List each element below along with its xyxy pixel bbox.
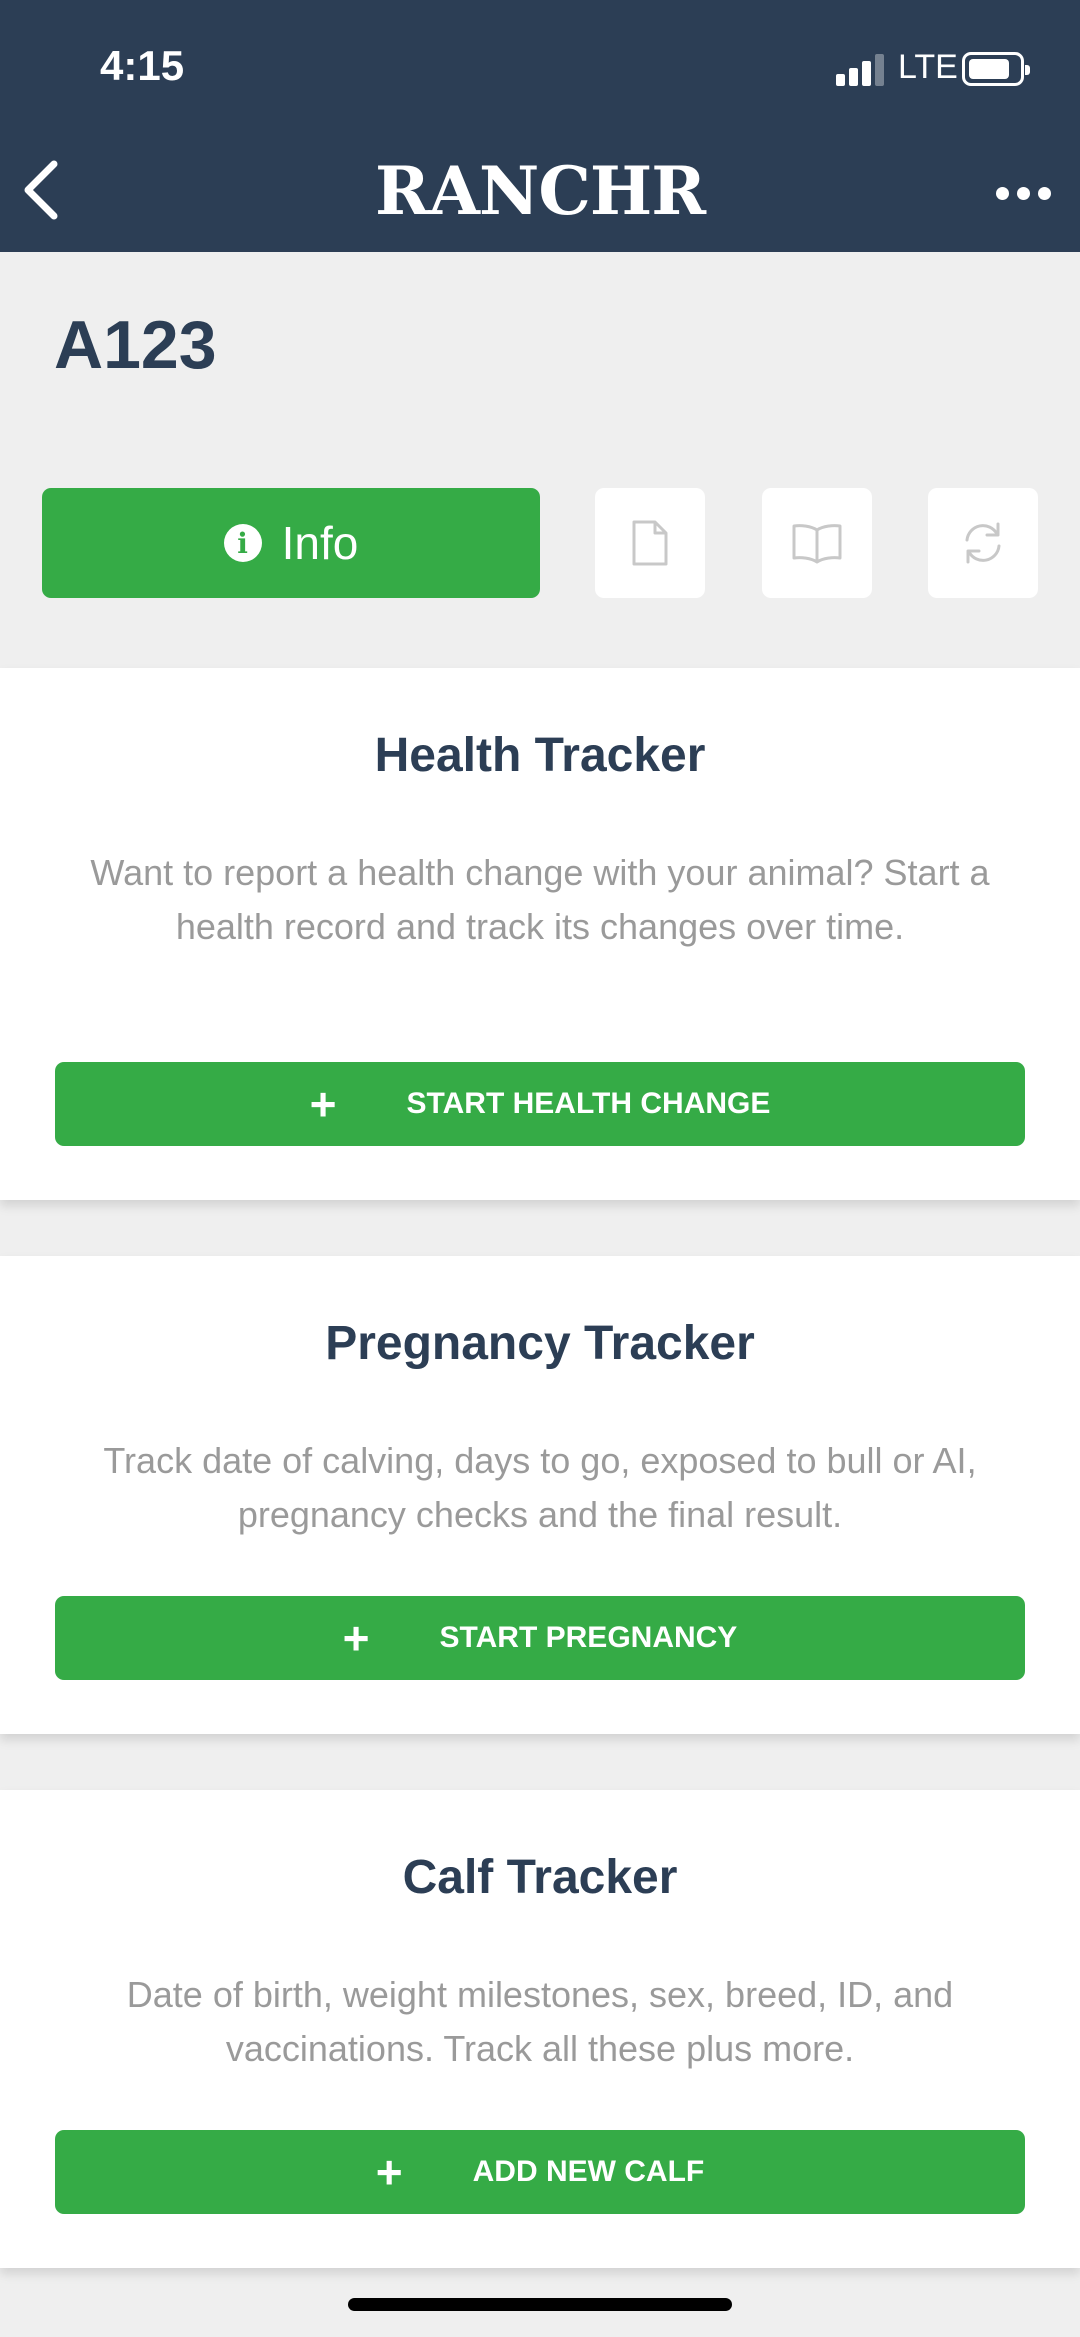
documents-tab-button[interactable] — [595, 488, 705, 598]
calf-tracker-card: Calf Tracker Date of birth, weight miles… — [0, 1790, 1080, 2268]
document-icon — [632, 520, 668, 566]
signal-icon — [836, 54, 886, 86]
more-horizontal-icon — [996, 187, 1009, 200]
app-logo: RANCHR — [374, 152, 706, 230]
app-header: 4:15 LTE RANCHR — [0, 0, 1080, 252]
button-label: START HEALTH CHANGE — [406, 1087, 771, 1120]
add-new-calf-button[interactable]: + ADD NEW CALF — [55, 2130, 1025, 2214]
battery-icon — [962, 52, 1030, 86]
more-button[interactable] — [992, 168, 1056, 216]
card-title: Health Tracker — [374, 729, 706, 782]
records-tab-button[interactable] — [762, 488, 872, 598]
health-tracker-card: Health Tracker Want to report a health c… — [0, 668, 1080, 1200]
start-pregnancy-button[interactable]: + START PREGNANCY — [55, 1596, 1025, 1680]
info-icon: i — [223, 524, 262, 562]
home-indicator[interactable] — [348, 2298, 732, 2311]
info-tab-label: Info — [281, 517, 359, 569]
card-description: Date of birth, weight milestones, sex, b… — [126, 1974, 954, 2069]
refresh-icon — [965, 522, 1001, 564]
plus-icon: + — [309, 1078, 337, 1130]
network-label: LTE — [898, 48, 958, 86]
animal-id-title: A123 — [54, 307, 217, 383]
info-tab-button[interactable]: i Info — [42, 488, 540, 598]
pregnancy-tracker-card: Pregnancy Tracker Track date of calving,… — [0, 1256, 1080, 1734]
plus-icon: + — [375, 2146, 403, 2198]
start-health-change-button[interactable]: + START HEALTH CHANGE — [55, 1062, 1025, 1146]
button-label: ADD NEW CALF — [472, 2155, 705, 2188]
card-title: Pregnancy Tracker — [325, 1317, 755, 1370]
card-description: Want to report a health change with your… — [90, 852, 990, 947]
status-time: 4:15 — [100, 42, 185, 89]
sync-tab-button[interactable] — [928, 488, 1038, 598]
book-icon — [792, 524, 842, 564]
plus-icon: + — [342, 1612, 370, 1664]
card-description: Track date of calving, days to go, expos… — [103, 1440, 977, 1535]
card-title: Calf Tracker — [402, 1851, 678, 1904]
button-label: START PREGNANCY — [439, 1621, 738, 1654]
